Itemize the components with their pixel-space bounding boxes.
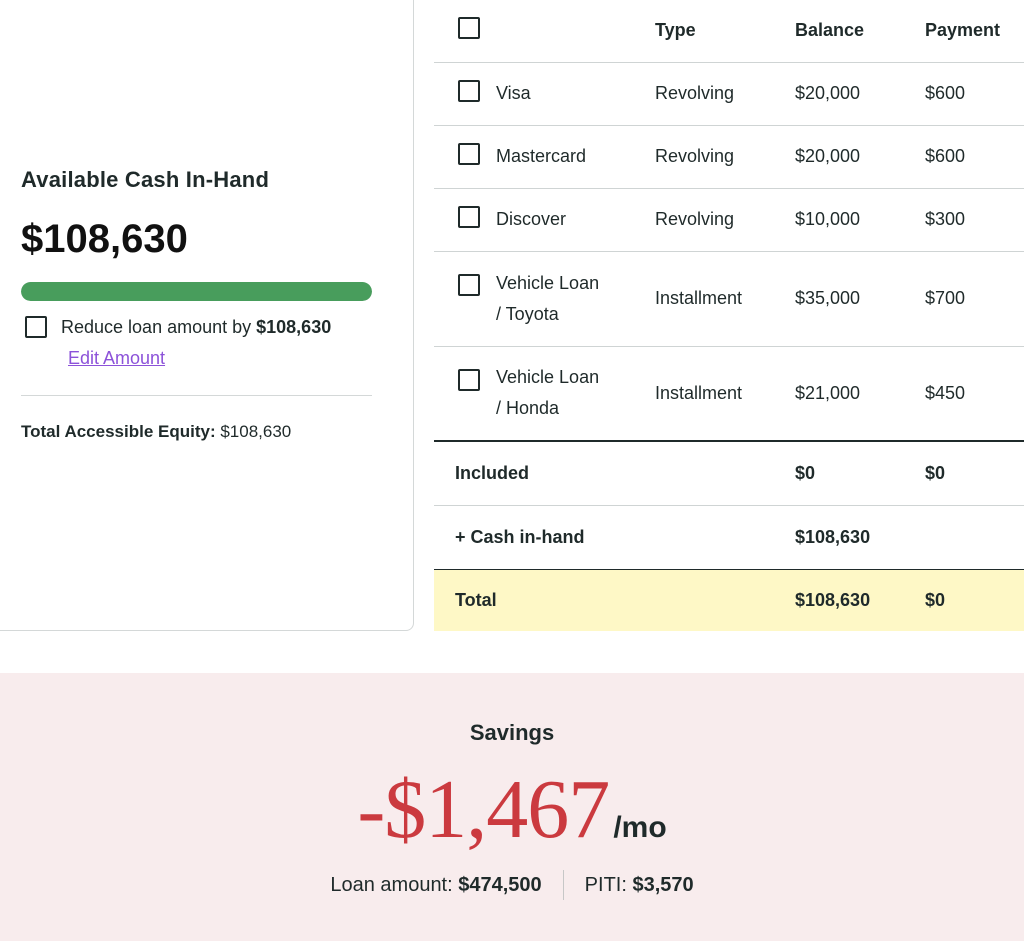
row-name: Vehicle Loan / Toyota (496, 251, 655, 346)
row-balance: $20,000 (795, 83, 861, 103)
row-balance: $35,000 (795, 288, 861, 308)
savings-details: Loan amount: $474,500 PITI: $3,570 (0, 870, 1024, 900)
row-name-line1: Vehicle Loan (496, 367, 600, 388)
total-accessible-equity: Total Accessible Equity: $108,630 (21, 422, 291, 442)
row-name-line1: Vehicle Loan (496, 272, 600, 293)
included-balance: $0 (795, 462, 816, 483)
card-divider (21, 395, 372, 396)
row-checkbox-honda[interactable] (458, 368, 480, 391)
loan-amount-value: $474,500 (458, 873, 542, 896)
reduce-loan-value: $108,630 (256, 316, 332, 337)
select-all-cell (434, 0, 496, 62)
row-payment: $600 (925, 83, 966, 103)
table-row-mastercard: Mastercard Revolving $20,000 $600 (434, 125, 1024, 188)
row-checkbox-discover[interactable] (458, 206, 480, 228)
total-label: Total (455, 589, 497, 610)
cash-in-hand-payment (925, 505, 1024, 569)
cash-card-title: Available Cash In-Hand (21, 167, 270, 192)
cash-in-hand-card: Available Cash In-Hand $108,630 Reduce l… (0, 0, 414, 631)
included-label: Included (455, 462, 530, 483)
row-payment: $300 (925, 209, 966, 229)
type-header: Type (655, 20, 696, 41)
savings-unit: /mo (613, 811, 667, 844)
included-row: Included $0 $0 (434, 441, 1024, 505)
savings-figure: -$1,467/mo (0, 761, 1024, 858)
row-name-line2: / Toyota (496, 303, 559, 324)
row-name: Visa (496, 83, 531, 103)
row-name: Mastercard (496, 146, 587, 166)
row-payment: $450 (925, 382, 966, 403)
row-checkbox-visa[interactable] (458, 80, 480, 102)
cash-progress-bar (21, 282, 372, 301)
row-name: Vehicle Loan / Honda (496, 346, 655, 441)
details-divider (562, 870, 564, 900)
row-balance: $10,000 (795, 209, 861, 229)
equity-value: $108,630 (220, 422, 292, 441)
cash-in-hand-label: + Cash in-hand (455, 526, 585, 547)
page: Available Cash In-Hand $108,630 Reduce l… (0, 0, 1024, 941)
loan-amount-label: Loan amount: (330, 873, 453, 896)
loan-amount: Loan amount: $474,500 (330, 874, 541, 897)
cash-in-hand-row: + Cash in-hand $108,630 (434, 505, 1024, 569)
row-type: Installment (655, 288, 743, 308)
piti-label: PITI: (584, 873, 627, 896)
row-type: Revolving (655, 209, 735, 229)
equity-label: Total Accessible Equity: (21, 422, 216, 441)
total-balance: $108,630 (795, 589, 871, 610)
cash-amount: $108,630 (21, 217, 188, 261)
included-payment: $0 (925, 462, 946, 483)
table-row-visa: Visa Revolving $20,000 $600 (434, 62, 1024, 125)
savings-label: Savings (469, 720, 555, 745)
select-all-checkbox[interactable] (458, 17, 480, 40)
piti: PITI: $3,570 (585, 874, 694, 897)
reduce-loan-text: Reduce loan amount by (61, 316, 252, 337)
debt-table: Type Balance Payment Visa Revolving $20,… (434, 0, 1024, 631)
name-header (496, 0, 655, 62)
savings-amount: -$1,467 (357, 763, 610, 856)
row-type: Revolving (655, 146, 735, 166)
table-row-vehicle-toyota: Vehicle Loan / Toyota Installment $35,00… (434, 251, 1024, 346)
cash-in-hand-balance: $108,630 (795, 526, 871, 547)
row-checkbox-mastercard[interactable] (458, 143, 480, 165)
cash-progress-fill (21, 282, 372, 301)
total-row: Total $108,630 $0 (434, 569, 1024, 631)
row-type: Revolving (655, 83, 735, 103)
savings-banner: Savings -$1,467/mo Loan amount: $474,500… (0, 673, 1024, 941)
row-name: Discover (496, 209, 567, 229)
row-name-line2: / Honda (496, 398, 560, 419)
reduce-loan-checkbox[interactable] (25, 316, 47, 338)
payment-header: Payment (925, 20, 1001, 41)
table-row-discover: Discover Revolving $10,000 $300 (434, 188, 1024, 251)
total-payment: $0 (925, 589, 946, 610)
table-header-row: Type Balance Payment (434, 0, 1024, 62)
reduce-loan-option[interactable]: Reduce loan amount by $108,630 (25, 316, 331, 338)
row-checkbox-toyota[interactable] (458, 273, 480, 296)
reduce-loan-label: Reduce loan amount by $108,630 (61, 317, 331, 338)
table-row-vehicle-honda: Vehicle Loan / Honda Installment $21,000… (434, 346, 1024, 441)
row-payment: $600 (925, 146, 966, 166)
row-payment: $700 (925, 288, 966, 308)
row-balance: $20,000 (795, 146, 861, 166)
edit-amount-link[interactable]: Edit Amount (68, 348, 165, 369)
row-balance: $21,000 (795, 382, 861, 403)
balance-header: Balance (795, 20, 865, 41)
row-type: Installment (655, 382, 743, 403)
piti-value: $3,570 (632, 873, 694, 896)
